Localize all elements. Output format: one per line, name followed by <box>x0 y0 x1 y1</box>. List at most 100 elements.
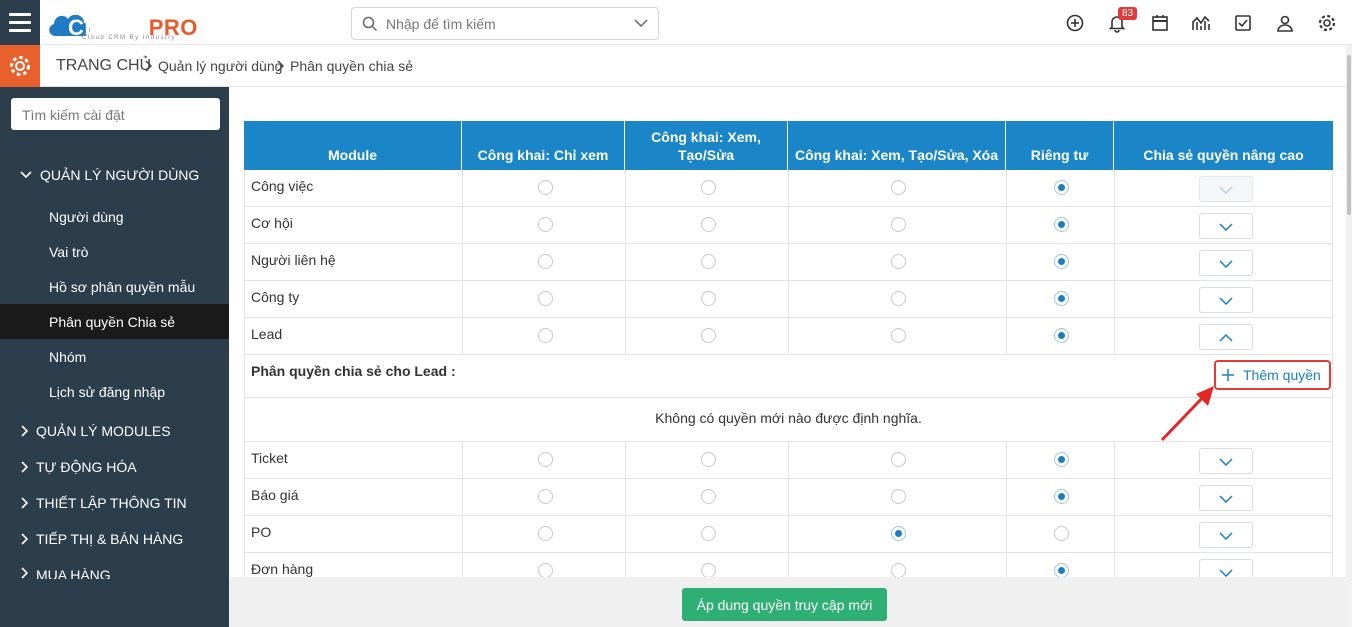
chevron-right-icon <box>21 533 28 545</box>
permission-radio[interactable] <box>537 217 553 232</box>
logo[interactable]: CLOUDPRO Cloud CRM By Industry <box>46 6 206 41</box>
permission-radio[interactable] <box>891 180 906 195</box>
advanced-sharing-toggle-button[interactable] <box>1199 485 1253 511</box>
permission-radio[interactable] <box>1054 489 1069 504</box>
sidebar-section-purchasing[interactable]: MUA HÀNG <box>20 567 111 579</box>
chevron-right-icon <box>21 497 28 509</box>
calendar-icon[interactable] <box>1150 13 1170 33</box>
permission-radio[interactable] <box>537 291 553 306</box>
add-permission-button[interactable]: Thêm quyền <box>1214 360 1331 390</box>
module-name: PO <box>251 524 272 540</box>
chevron-down-icon[interactable] <box>634 18 648 28</box>
gear-icon <box>10 56 30 76</box>
menu-icon[interactable] <box>0 0 40 45</box>
annotation-arrow-icon <box>1160 386 1214 442</box>
permission-radio[interactable] <box>1054 254 1069 269</box>
permission-radio[interactable] <box>537 180 553 195</box>
module-name: Cơ hội <box>251 215 293 231</box>
chevron-right-icon <box>21 425 28 437</box>
sidebar-item-sharing-access[interactable]: Phân quyền Chia sẻ <box>0 304 229 339</box>
permission-radio[interactable] <box>700 328 716 343</box>
breadcrumb-home[interactable]: TRANG CHỦ <box>56 57 151 75</box>
permission-radio[interactable] <box>1054 452 1069 467</box>
task-check-icon[interactable] <box>1233 13 1253 33</box>
permission-radio[interactable] <box>891 489 906 504</box>
sidebar-item-users[interactable]: Người dùng <box>0 199 229 234</box>
settings-sidebar: Tìm kiếm cài đặt QUẢN LÝ NGƯỜI DÙNG Ngườ… <box>0 87 229 627</box>
permission-radio[interactable] <box>537 452 553 467</box>
add-circle-icon[interactable] <box>1065 13 1085 33</box>
permission-radio[interactable] <box>537 254 553 269</box>
permission-radio[interactable] <box>1054 291 1069 306</box>
sidebar-section-label: THIẾT LẬP THÔNG TIN <box>36 495 187 511</box>
advanced-sharing-toggle-button[interactable] <box>1199 324 1253 350</box>
advanced-sharing-toggle-button[interactable] <box>1199 250 1253 276</box>
chevron-right-icon <box>145 60 152 72</box>
permission-radio[interactable] <box>700 217 716 232</box>
permissions-table-header: Module Công khai: Chỉ xem Công khai: Xem… <box>244 121 1333 170</box>
settings-search-input[interactable]: Tìm kiếm cài đặt <box>11 98 220 130</box>
table-row: PO <box>244 516 1333 553</box>
table-row: Người liên hệ <box>244 244 1333 281</box>
chevron-down-icon <box>1219 531 1233 540</box>
chart-icon[interactable] <box>1191 13 1211 33</box>
breadcrumb-user-management[interactable]: Quản lý người dùng <box>158 58 282 74</box>
add-permission-label: Thêm quyền <box>1243 367 1321 383</box>
permission-radio[interactable] <box>700 452 716 467</box>
permission-radio[interactable] <box>891 254 906 269</box>
table-cell <box>245 516 463 553</box>
permission-radio[interactable] <box>537 489 553 504</box>
sidebar-item-login-history[interactable]: Lịch sử đăng nhập <box>0 374 229 409</box>
permission-radio[interactable] <box>700 291 716 306</box>
global-search-input[interactable]: Nhập để tìm kiếm <box>351 7 659 40</box>
scrollbar[interactable] <box>1346 45 1352 627</box>
settings-gear-icon[interactable] <box>1317 13 1337 33</box>
sidebar-section-automation[interactable]: TỰ ĐỘNG HÓA <box>20 459 137 475</box>
permission-radio[interactable] <box>700 563 716 578</box>
sidebar-section-user-management[interactable]: QUẢN LÝ NGƯỜI DÙNG <box>20 167 199 183</box>
settings-gear-icon[interactable] <box>0 45 40 87</box>
sidebar-section-label: MUA HÀNG <box>36 567 111 579</box>
sidebar-section-modules[interactable]: QUẢN LÝ MODULES <box>20 423 171 439</box>
advanced-sharing-toggle-button[interactable] <box>1199 213 1253 239</box>
sidebar-section-info-setup[interactable]: THIẾT LẬP THÔNG TIN <box>20 495 187 511</box>
permission-radio[interactable] <box>700 180 716 195</box>
permission-radio[interactable] <box>1054 217 1069 232</box>
permission-radio[interactable] <box>700 254 716 269</box>
logo-subtitle: Cloud CRM By Industry <box>82 35 177 41</box>
advanced-sharing-toggle-button[interactable] <box>1199 448 1253 474</box>
permission-radio[interactable] <box>1054 563 1069 578</box>
scrollbar-thumb[interactable] <box>1347 55 1351 215</box>
sidebar-item-roles[interactable]: Vai trò <box>0 234 229 269</box>
module-name: Ticket <box>251 450 288 466</box>
advanced-sharing-toggle-button[interactable] <box>1199 176 1253 202</box>
sidebar-item-groups[interactable]: Nhóm <box>0 339 229 374</box>
permission-radio[interactable] <box>891 328 906 343</box>
user-icon[interactable] <box>1275 13 1295 33</box>
permission-radio[interactable] <box>1054 328 1069 343</box>
permission-radio[interactable] <box>891 563 906 578</box>
permission-radio[interactable] <box>1054 526 1069 541</box>
permission-radio[interactable] <box>891 526 906 541</box>
sidebar-section-marketing-sales[interactable]: TIẾP THỊ & BÁN HÀNG <box>20 531 183 547</box>
permission-radio[interactable] <box>537 526 553 541</box>
permission-radio[interactable] <box>1054 180 1069 195</box>
table-row: Cơ hội <box>244 207 1333 244</box>
table-row: Lead <box>244 318 1333 355</box>
permission-radio[interactable] <box>537 563 553 578</box>
sidebar-section-label: QUẢN LÝ MODULES <box>36 423 171 439</box>
permission-radio[interactable] <box>537 328 553 343</box>
header-public-read: Công khai: Chỉ xem <box>462 121 625 170</box>
advanced-sharing-toggle-button[interactable] <box>1199 287 1253 313</box>
sidebar-item-profiles[interactable]: Hồ sơ phân quyền mẫu <box>0 269 229 304</box>
permission-radio[interactable] <box>891 217 906 232</box>
module-name: Người liên hệ <box>251 252 336 268</box>
permission-radio[interactable] <box>700 526 716 541</box>
apply-access-button[interactable]: Áp dung quyền truy cập mới <box>682 588 887 621</box>
module-name: Báo giá <box>251 487 299 503</box>
permission-radio[interactable] <box>891 291 906 306</box>
permission-radio[interactable] <box>891 452 906 467</box>
chevron-down-icon <box>1219 494 1233 503</box>
advanced-sharing-toggle-button[interactable] <box>1199 522 1253 548</box>
permission-radio[interactable] <box>700 489 716 504</box>
